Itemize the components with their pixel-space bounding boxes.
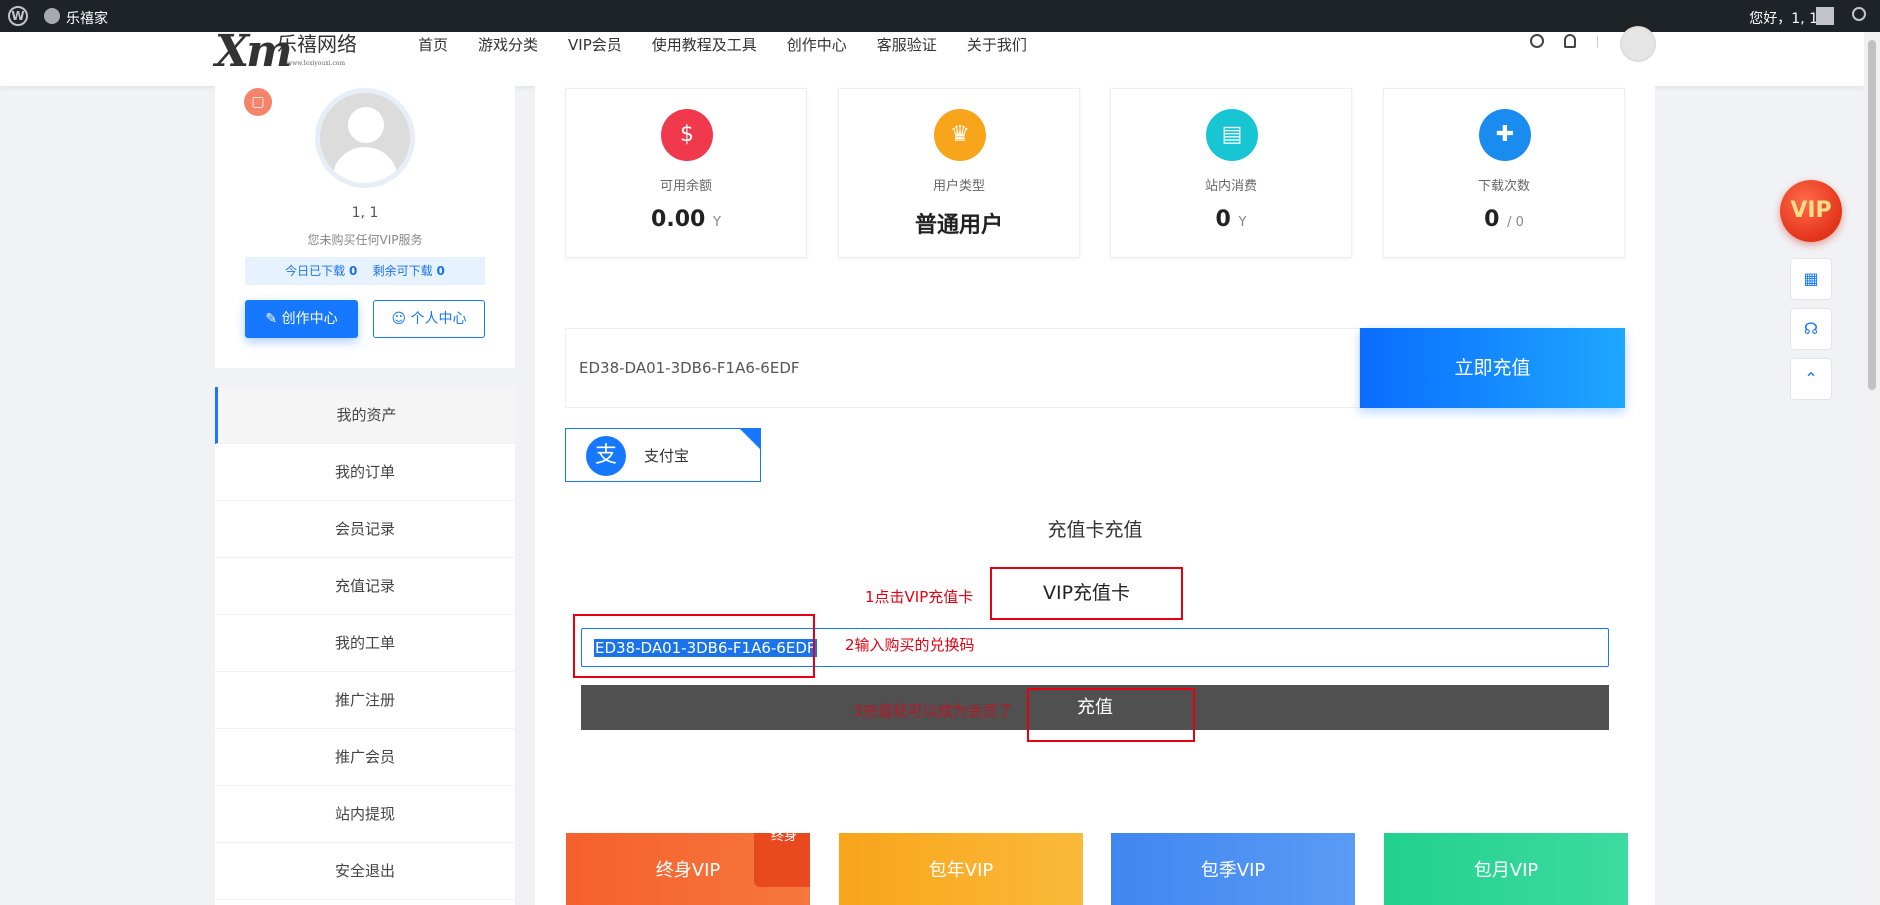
vip-card-tab[interactable]: VIP充值卡 [990, 567, 1183, 620]
wordpress-logo-icon[interactable]: W [8, 6, 28, 26]
today-downloaded-label: 今日已下载 [285, 264, 346, 278]
header-divider [1597, 36, 1598, 48]
stat-value: 0.00 Y [651, 207, 721, 232]
annotation-box-submit [1027, 688, 1195, 742]
menu-item-tickets[interactable]: 我的工单 [215, 615, 515, 672]
stat-value: 0 / 0 [1484, 207, 1524, 232]
stat-label: 下载次数 [1477, 179, 1530, 194]
username: 1, 1 [351, 205, 379, 221]
bell-icon[interactable] [1564, 34, 1576, 48]
creator-center-button[interactable]: ✎ 创作中心 [245, 300, 358, 338]
annotation-step3: 3充值就可以成为会员了 [853, 702, 1013, 720]
main-nav: 首页 游戏分类 VIP会员 使用教程及工具 创作中心 客服验证 关于我们 [418, 34, 1057, 55]
cart-icon: ▤ [1206, 109, 1258, 161]
annotation-step2: 2输入购买的兑换码 [845, 636, 975, 654]
gift-icon: ✚ [1479, 109, 1531, 161]
stat-user-type: ♛ 用户类型 普通用户 [838, 88, 1080, 258]
menu-item-referral-register[interactable]: 推广注册 [215, 672, 515, 729]
nav-tutorials[interactable]: 使用教程及工具 [652, 34, 757, 55]
vip-plan-name: 包月VIP [1473, 860, 1539, 881]
stat-label: 用户类型 [932, 179, 985, 194]
remaining-value: 0 [436, 264, 445, 278]
search-icon[interactable] [1530, 34, 1544, 48]
nav-home[interactable]: 首页 [418, 34, 448, 55]
vip-plan-lifetime[interactable]: 终身VIP 终身 [566, 833, 810, 905]
nav-about[interactable]: 关于我们 [967, 34, 1027, 55]
scrollbar-thumb[interactable] [1868, 40, 1876, 390]
nav-vip[interactable]: VIP会员 [568, 34, 622, 55]
crown-icon: ♛ [934, 109, 986, 161]
vip-plan-yearly[interactable]: 包年VIP [839, 833, 1083, 905]
lifetime-ribbon: 终身 [754, 833, 810, 887]
recharge-now-button[interactable]: 立即充值 [1360, 328, 1625, 408]
stat-label: 可用余额 [659, 179, 712, 194]
nav-games[interactable]: 游戏分类 [478, 34, 538, 55]
menu-item-referral-vip[interactable]: 推广会员 [215, 729, 515, 786]
personal-center-button[interactable]: ☺ 个人中心 [373, 300, 485, 338]
alipay-option[interactable]: 支 支付宝 [565, 428, 761, 482]
nav-support[interactable]: 客服验证 [877, 34, 937, 55]
stat-balance: $ 可用余额 0.00 Y [565, 88, 807, 258]
today-downloaded-value: 0 [349, 264, 358, 278]
stat-label: 站内消费 [1204, 179, 1257, 194]
menu-item-recharge-records[interactable]: 充值记录 [215, 558, 515, 615]
logo-url: www.lexiyouxi.com [287, 60, 346, 67]
card-recharge-title: 充值卡充值 [1047, 519, 1143, 541]
stat-downloads: ✚ 下载次数 0 / 0 [1383, 88, 1625, 258]
nav-creator[interactable]: 创作中心 [787, 34, 847, 55]
vip-status-note: 您未购买任何VIP服务 [307, 233, 423, 247]
user-avatar [315, 88, 415, 188]
stat-spending: ▤ 站内消费 0 Y [1110, 88, 1352, 258]
account-menu: 我的资产 我的订单 会员记录 充值记录 我的工单 推广注册 推广会员 站内提现 … [215, 387, 515, 905]
annotation-box-code [573, 614, 815, 678]
alipay-icon: 支 [586, 436, 626, 476]
remaining-label: 剩余可下载 [372, 264, 433, 278]
menu-item-logout[interactable]: 安全退出 [215, 843, 515, 900]
alipay-label: 支付宝 [644, 447, 690, 465]
back-to-top-icon[interactable]: ⌃ [1790, 358, 1832, 400]
vip-plan-name: 包季VIP [1200, 860, 1266, 881]
header-avatar[interactable] [1620, 26, 1656, 62]
personal-center-label: 个人中心 [410, 311, 467, 327]
download-quota: 今日已下载 0 剩余可下载 0 [245, 257, 485, 285]
vip-plan-quarterly[interactable]: 包季VIP [1111, 833, 1355, 905]
stat-value: 0 Y [1215, 207, 1247, 232]
user-greeting[interactable]: 您好，1, 1 [1749, 8, 1818, 28]
user-icon: ☺ [391, 311, 407, 327]
site-name-link[interactable]: 乐禧家 [66, 8, 108, 28]
site-logo[interactable]: Xm 乐禧网络 www.lexiyouxi.com [215, 26, 365, 77]
user-avatar-icon[interactable] [1816, 7, 1834, 25]
menu-item-withdraw[interactable]: 站内提现 [215, 786, 515, 843]
vip-plan-monthly[interactable]: 包月VIP [1384, 833, 1628, 905]
recharge-amount-input[interactable]: ED38-DA01-3DB6-F1A6-6EDF [565, 328, 1360, 408]
logo-text: 乐禧网络 [277, 32, 357, 56]
annotation-step1: 1点击VIP充值卡 [865, 588, 974, 606]
vip-plan-name: 终身VIP [655, 860, 721, 881]
vip-plan-name: 包年VIP [928, 860, 994, 881]
stat-value: 普通用户 [914, 213, 1003, 238]
menu-item-membership[interactable]: 会员记录 [215, 501, 515, 558]
selected-corner [740, 429, 760, 449]
checkin-icon[interactable]: ▦ [1790, 258, 1832, 300]
floating-vip-badge[interactable]: VIP [1780, 180, 1842, 242]
edit-icon: ✎ [265, 311, 278, 327]
menu-item-orders[interactable]: 我的订单 [215, 444, 515, 501]
calendar-badge-icon[interactable]: ▢ [244, 88, 272, 116]
headset-icon[interactable]: ☊ [1790, 308, 1832, 350]
menu-item-assets[interactable]: 我的资产 [215, 387, 515, 444]
creator-center-label: 创作中心 [281, 311, 338, 327]
admin-search-icon[interactable] [1852, 7, 1866, 21]
dashboard-icon[interactable] [44, 8, 60, 24]
money-bag-icon: $ [661, 109, 713, 161]
